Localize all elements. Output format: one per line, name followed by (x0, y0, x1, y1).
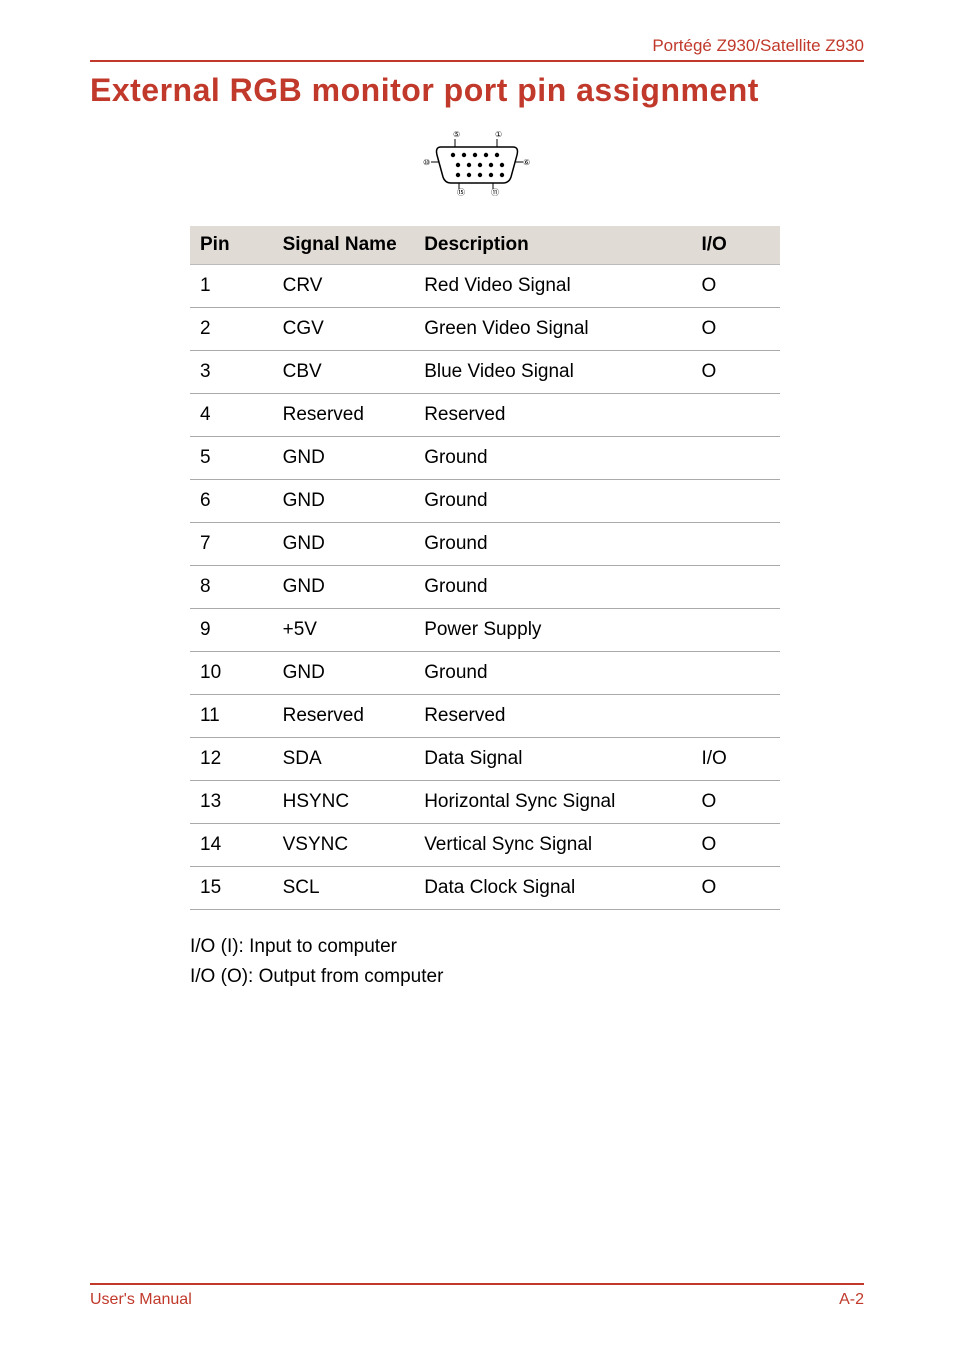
cell-desc: Ground (414, 652, 691, 695)
table-row: 5GNDGround (190, 437, 780, 480)
cell-signal: GND (273, 523, 415, 566)
cell-io (691, 652, 780, 695)
cell-signal: CGV (273, 308, 415, 351)
cell-desc: Red Video Signal (414, 265, 691, 308)
table-row: 9+5VPower Supply (190, 609, 780, 652)
table-header-row: Pin Signal Name Description I/O (190, 226, 780, 265)
cell-io: O (691, 824, 780, 867)
cell-desc: Power Supply (414, 609, 691, 652)
cell-signal: CRV (273, 265, 415, 308)
th-io: I/O (691, 226, 780, 265)
cell-io: O (691, 781, 780, 824)
cell-desc: Ground (414, 566, 691, 609)
cell-pin: 11 (190, 695, 273, 738)
cell-desc: Reserved (414, 394, 691, 437)
cell-pin: 13 (190, 781, 273, 824)
svg-text:⑤: ⑤ (453, 130, 460, 139)
note-input: I/O (I): Input to computer (190, 932, 780, 962)
cell-desc: Vertical Sync Signal (414, 824, 691, 867)
cell-signal: GND (273, 480, 415, 523)
cell-io (691, 695, 780, 738)
cell-signal: VSYNC (273, 824, 415, 867)
note-output: I/O (O): Output from computer (190, 962, 780, 992)
rgb-port-icon: ⑤ ① ⑩ ⑥ ⑮ ⑪ (417, 127, 537, 197)
cell-desc: Ground (414, 523, 691, 566)
th-signal: Signal Name (273, 226, 415, 265)
header-product: Portégé Z930/Satellite Z930 (90, 36, 864, 56)
svg-text:⑩: ⑩ (423, 158, 430, 167)
cell-signal: SDA (273, 738, 415, 781)
cell-pin: 15 (190, 867, 273, 910)
cell-pin: 8 (190, 566, 273, 609)
page-title: External RGB monitor port pin assignment (90, 72, 864, 109)
table-row: 10GNDGround (190, 652, 780, 695)
cell-signal: CBV (273, 351, 415, 394)
cell-io: I/O (691, 738, 780, 781)
cell-pin: 9 (190, 609, 273, 652)
cell-desc: Green Video Signal (414, 308, 691, 351)
cell-desc: Ground (414, 437, 691, 480)
svg-text:①: ① (495, 130, 502, 139)
cell-pin: 14 (190, 824, 273, 867)
footer-rule (90, 1283, 864, 1285)
cell-signal: Reserved (273, 695, 415, 738)
connector-diagram: ⑤ ① ⑩ ⑥ ⑮ ⑪ (90, 127, 864, 202)
table-row: 1CRVRed Video SignalO (190, 265, 780, 308)
th-desc: Description (414, 226, 691, 265)
table-row: 6GNDGround (190, 480, 780, 523)
cell-desc: Horizontal Sync Signal (414, 781, 691, 824)
cell-io: O (691, 308, 780, 351)
svg-text:⑪: ⑪ (491, 188, 499, 197)
cell-signal: GND (273, 437, 415, 480)
cell-signal: HSYNC (273, 781, 415, 824)
table-row: 13HSYNCHorizontal Sync SignalO (190, 781, 780, 824)
footer-left: User's Manual (90, 1291, 192, 1309)
table-row: 7GNDGround (190, 523, 780, 566)
cell-pin: 10 (190, 652, 273, 695)
th-pin: Pin (190, 226, 273, 265)
table-row: 15SCLData Clock SignalO (190, 867, 780, 910)
cell-pin: 1 (190, 265, 273, 308)
cell-pin: 4 (190, 394, 273, 437)
cell-desc: Ground (414, 480, 691, 523)
table-row: 14VSYNCVertical Sync SignalO (190, 824, 780, 867)
cell-io (691, 394, 780, 437)
cell-pin: 6 (190, 480, 273, 523)
footer-right: A-2 (839, 1291, 864, 1309)
table-row: 8GNDGround (190, 566, 780, 609)
cell-io (691, 437, 780, 480)
cell-desc: Data Clock Signal (414, 867, 691, 910)
table-row: 11ReservedReserved (190, 695, 780, 738)
cell-signal: Reserved (273, 394, 415, 437)
pin-assignment-table: Pin Signal Name Description I/O 1CRVRed … (190, 226, 780, 910)
cell-pin: 7 (190, 523, 273, 566)
table-row: 3CBVBlue Video SignalO (190, 351, 780, 394)
cell-pin: 2 (190, 308, 273, 351)
cell-io (691, 609, 780, 652)
cell-desc: Data Signal (414, 738, 691, 781)
cell-signal: GND (273, 566, 415, 609)
cell-io (691, 523, 780, 566)
table-row: 2CGVGreen Video SignalO (190, 308, 780, 351)
cell-io (691, 480, 780, 523)
cell-io: O (691, 265, 780, 308)
header-rule (90, 60, 864, 62)
cell-desc: Blue Video Signal (414, 351, 691, 394)
cell-io: O (691, 867, 780, 910)
cell-signal: SCL (273, 867, 415, 910)
cell-signal: GND (273, 652, 415, 695)
svg-text:⑮: ⑮ (457, 188, 465, 197)
table-row: 4ReservedReserved (190, 394, 780, 437)
table-row: 12SDAData SignalI/O (190, 738, 780, 781)
cell-pin: 5 (190, 437, 273, 480)
cell-desc: Reserved (414, 695, 691, 738)
cell-io (691, 566, 780, 609)
cell-io: O (691, 351, 780, 394)
cell-signal: +5V (273, 609, 415, 652)
cell-pin: 12 (190, 738, 273, 781)
svg-text:⑥: ⑥ (523, 158, 530, 167)
cell-pin: 3 (190, 351, 273, 394)
